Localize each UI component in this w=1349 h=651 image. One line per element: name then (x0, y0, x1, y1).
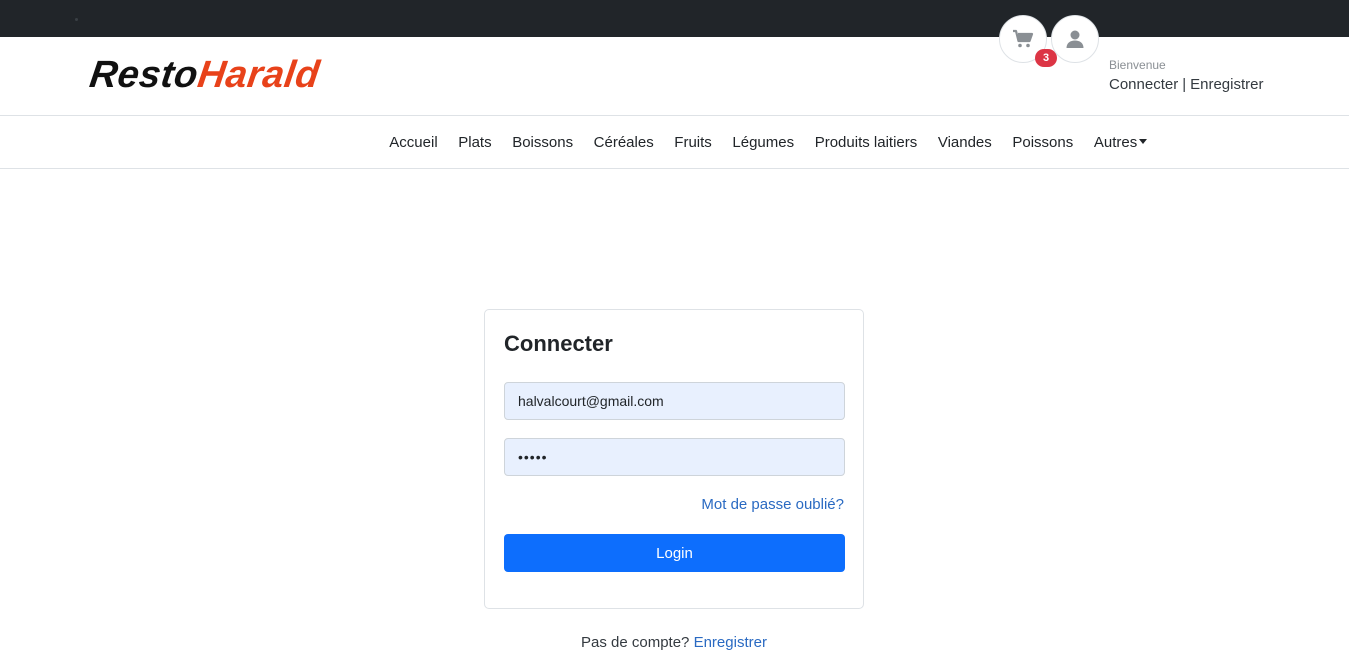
nav-item-poissons[interactable]: Poissons (1002, 134, 1083, 151)
password-field[interactable] (504, 438, 845, 476)
caret-down-icon (1139, 139, 1148, 144)
nav-item-produits-laitiers[interactable]: Produits laitiers (804, 134, 927, 151)
nav-item-plats[interactable]: Plats (448, 134, 502, 151)
shopping-cart-icon (1013, 29, 1034, 48)
login-title: Connecter (504, 331, 613, 356)
login-button[interactable]: Login (504, 534, 845, 572)
nav-item-boissons[interactable]: Boissons (502, 134, 583, 151)
user-icon (1066, 30, 1084, 48)
brand-logo[interactable]: RestoHarald (87, 53, 323, 97)
top-bar-dot (75, 18, 78, 21)
footer-register-link[interactable]: Enregistrer (694, 634, 767, 651)
nav-item-legumes[interactable]: Légumes (722, 134, 804, 151)
forgot-password-link[interactable]: Mot de passe oublié? (701, 496, 844, 513)
nav-item-fruits[interactable]: Fruits (664, 134, 722, 151)
auth-separator: | (1182, 76, 1187, 93)
register-link[interactable]: Enregistrer (1190, 76, 1263, 93)
nav-item-autres-dropdown[interactable]: Autres (1084, 134, 1158, 151)
nav-item-accueil[interactable]: Accueil (379, 134, 448, 151)
user-button[interactable] (1051, 15, 1099, 63)
brand-logo-part2: Harald (195, 54, 323, 96)
brand-logo-part1: Resto (87, 54, 202, 96)
welcome-text: Bienvenue (1109, 58, 1166, 72)
login-link[interactable]: Connecter (1109, 76, 1178, 93)
login-card: Connecter Mot de passe oublié? Login (484, 309, 864, 609)
nav-item-viandes[interactable]: Viandes (928, 134, 1003, 151)
email-field[interactable] (504, 382, 845, 420)
nav-item-cereales[interactable]: Céréales (583, 134, 664, 151)
main-nav: Accueil Plats Boissons Céréales Fruits L… (0, 116, 1349, 169)
nav-item-autres-label: Autres (1093, 134, 1138, 151)
auth-links: Connecter | Enregistrer (1109, 76, 1263, 93)
no-account-text: Pas de compte? (581, 634, 690, 651)
top-bar (0, 0, 1349, 37)
